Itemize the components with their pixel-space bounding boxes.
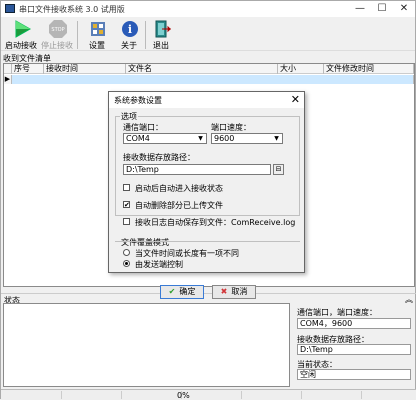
chevron-down-icon[interactable]: ▼ — [272, 135, 281, 143]
table-row[interactable]: ▶ — [4, 75, 414, 84]
column-header-receive-time[interactable]: 接收时间 — [44, 64, 126, 74]
cancel-button-label: 取消 — [231, 287, 248, 296]
svg-text:STOP: STOP — [51, 27, 64, 33]
auto-delete-label: 自动删除部分已上传文件 — [135, 201, 223, 210]
save-log-checkbox[interactable] — [123, 218, 130, 225]
exit-door-icon — [155, 20, 171, 38]
stop-receive-button[interactable]: STOP 停止接收 — [39, 19, 75, 51]
port-label: 通信端口： — [123, 123, 163, 132]
checkmark-icon: ✔ — [168, 287, 176, 296]
overwrite-group-label: 文件覆盖模式 — [121, 238, 169, 247]
maximize-button[interactable]: ☐ — [371, 1, 393, 17]
column-header-modified-time[interactable]: 文件修改时间 — [324, 64, 414, 74]
status-side-panel: 通信端口，端口速度： COM4，9600 接收数据存放路径： D:\Temp 当… — [295, 303, 415, 387]
path-label: 接收数据存放路径： — [123, 153, 195, 162]
column-header-index[interactable]: 序号 — [12, 64, 44, 74]
overwrite-group-line — [115, 241, 300, 242]
chevron-down-icon[interactable]: ▼ — [196, 135, 205, 143]
cancel-button[interactable]: ✖ 取消 — [212, 285, 256, 299]
column-header-size[interactable]: 大小 — [278, 64, 324, 74]
port-select-value: COM4 — [126, 134, 150, 143]
speed-select[interactable]: 9600 ▼ — [211, 133, 283, 144]
port-info-value: COM4，9600 — [297, 318, 411, 329]
current-state-value: 空闲 — [297, 369, 411, 380]
row-indicator-header — [4, 64, 12, 74]
stop-receive-label: 停止接收 — [41, 41, 73, 50]
status-section-header: 状态 ︽ — [1, 293, 416, 305]
port-info-label: 通信端口，端口速度： — [297, 308, 377, 317]
title-bar: 串口文件接收系统 3.0 试用版 — ☐ ✕ — [1, 1, 415, 17]
stop-icon: STOP — [49, 20, 67, 38]
progress-segment-divider — [241, 391, 242, 399]
info-icon: i — [122, 21, 138, 37]
browse-folder-icon[interactable]: ⊟ — [273, 164, 284, 175]
exit-button[interactable]: 退出 — [143, 19, 179, 51]
ok-button[interactable]: ✔ 确定 — [160, 285, 204, 299]
settings-dialog: 系统参数设置 ✕ 选项 通信端口： COM4 ▼ 端口速度： 9600 ▼ 接收… — [108, 91, 305, 273]
progress-segment-divider — [61, 391, 62, 399]
cancel-x-icon: ✖ — [220, 287, 228, 296]
progress-segment-divider — [361, 391, 362, 399]
window-title: 串口文件接收系统 3.0 试用版 — [19, 5, 125, 14]
selected-row-cells[interactable] — [12, 75, 414, 84]
path-input[interactable]: D:\Temp — [123, 164, 271, 175]
svg-text:i: i — [128, 23, 132, 36]
port-select[interactable]: COM4 ▼ — [123, 133, 207, 144]
status-log-area[interactable] — [3, 303, 290, 387]
close-button[interactable]: ✕ — [393, 1, 415, 17]
start-receive-button[interactable]: 启动接收 — [3, 19, 39, 51]
auto-delete-checkbox[interactable]: ✔ — [123, 201, 130, 209]
column-header-filename[interactable]: 文件名 — [126, 64, 278, 74]
file-list-header: 序号 接收时间 文件名 大小 文件修改时间 — [4, 64, 414, 74]
progress-segment-divider — [121, 391, 122, 399]
progress-segment-divider — [301, 391, 302, 399]
overwrite-sender-radio[interactable] — [123, 260, 130, 267]
minimize-button[interactable]: — — [349, 1, 371, 17]
overwrite-sender-label: 由发送端控制 — [135, 260, 183, 269]
auto-start-label: 启动后自动进入接收状态 — [135, 184, 223, 193]
row-indicator-icon: ▶ — [4, 75, 12, 84]
speed-select-value: 9600 — [214, 134, 235, 143]
exit-label: 退出 — [153, 41, 169, 50]
overwrite-time-size-radio[interactable] — [123, 249, 130, 256]
checkmark-icon: ✔ — [124, 201, 130, 209]
settings-icon — [91, 22, 105, 36]
auto-start-checkbox[interactable] — [123, 184, 130, 191]
toolbar: 启动接收 STOP 停止接收 设置 i 关于 退出 — [1, 17, 415, 51]
options-group-label: 选项 — [120, 111, 138, 122]
overwrite-time-size-label: 当文件时间或长度有一项不同 — [135, 249, 239, 258]
ok-button-label: 确定 — [179, 287, 196, 296]
play-icon — [15, 20, 31, 38]
speed-label: 端口速度： — [211, 123, 251, 132]
path-info-value: D:\Temp — [297, 344, 411, 355]
dialog-close-icon[interactable]: ✕ — [291, 92, 300, 108]
progress-bar: 0% — [1, 389, 416, 400]
dialog-title-bar: 系统参数设置 ✕ — [109, 92, 304, 108]
save-log-label: 接收日志自动保存到文件：ComReceive.log — [135, 218, 296, 227]
dialog-title: 系统参数设置 — [114, 96, 162, 105]
app-icon — [5, 4, 15, 13]
